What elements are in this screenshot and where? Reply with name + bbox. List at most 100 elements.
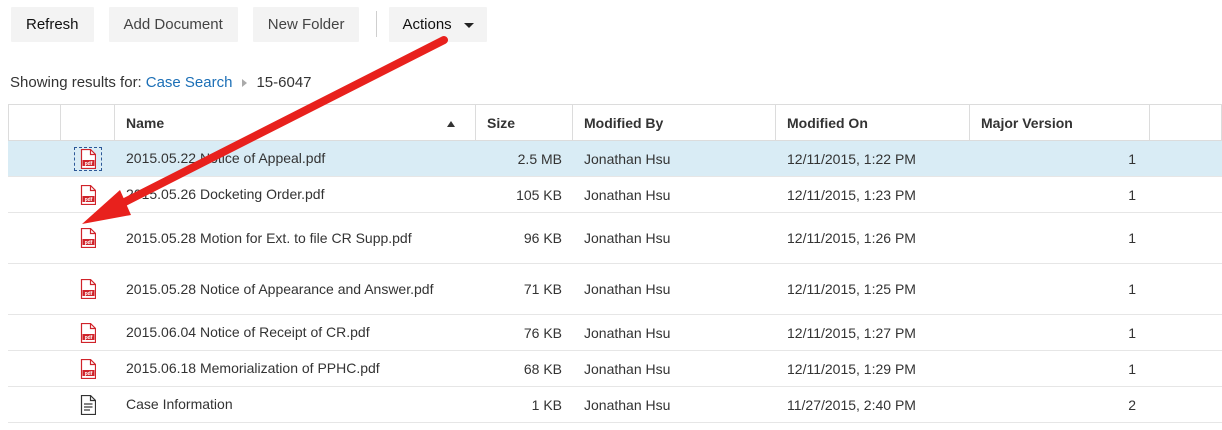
row-select-cell[interactable] [8,141,61,176]
cell-name[interactable]: 2015.06.18 Memorialization of PPHC.pdf [115,351,476,386]
breadcrumb: Showing results for: Case Search 15-6047 [10,74,312,91]
cell-modified-by: Jonathan Hsu [584,186,671,203]
cell-size: 2.5 MB [517,150,562,167]
toolbar-divider [376,11,378,37]
header-size-label: Size [487,114,516,131]
actions-label: Actions [402,15,452,33]
header-select-column[interactable] [8,105,61,140]
table-row[interactable]: pdf 2015.05.26 Docketing Order.pdf 105 KB J… [8,177,1222,213]
cell-modified-on: 12/11/2015, 1:23 PM [787,186,916,203]
table-row[interactable]: pdf 2015.05.28 Motion for Ext. to file CR… [8,213,1222,264]
cell-size: 1 KB [531,396,562,413]
actions-dropdown-button[interactable]: Actions [389,6,487,42]
cell-name[interactable]: 2015.05.26 Docketing Order.pdf [115,177,476,212]
table-row[interactable]: pdf 2015.06.18 Memorialization of PPHC.pd… [8,351,1222,387]
header-major-version[interactable]: Major Version [970,105,1150,140]
cell-major-version: 1 [1128,360,1136,377]
cell-modified-on: 12/11/2015, 1:26 PM [787,230,916,246]
chevron-right-icon [242,78,248,87]
cell-size: 105 KB [516,186,562,203]
cell-modified-by: Jonathan Hsu [584,281,671,297]
cell-filler [1150,351,1222,386]
row-select-cell[interactable] [8,387,61,422]
header-modified-on[interactable]: Modified On [776,105,970,140]
add-document-button[interactable]: Add Document [108,6,238,42]
header-modified-by-label: Modified By [584,114,664,131]
cell-major-version: 2 [1128,396,1136,413]
cell-size: 71 KB [523,281,562,297]
cell-major-version: 1 [1128,281,1136,297]
header-size[interactable]: Size [476,105,573,140]
pdf-icon[interactable]: pdf [61,351,115,386]
toolbar: Refresh Add Document New Folder Actions [11,6,502,42]
pdf-icon-label: pdf [85,197,93,203]
pdf-icon-label: pdf [85,240,93,246]
grid-header: Name Size Modified By Modified On Major … [8,104,1222,141]
focus-indicator: pdf [74,146,102,171]
cell-modified-by: Jonathan Hsu [584,150,671,167]
pdf-icon[interactable]: pdf [61,315,115,350]
refresh-button[interactable]: Refresh [11,6,94,42]
cell-filler [1150,387,1222,422]
cell-filler [1150,315,1222,350]
row-select-cell[interactable] [8,315,61,350]
cell-name[interactable]: 2015.05.22 Notice of Appeal.pdf [115,141,476,176]
breadcrumb-current: 15-6047 [256,74,312,91]
pdf-icon-label: pdf [85,335,93,341]
cell-size: 76 KB [523,324,562,341]
pdf-icon-label: pdf [85,161,93,167]
header-major-version-label: Major Version [981,114,1073,131]
chevron-down-icon [463,22,474,28]
cell-name[interactable]: 2015.06.04 Notice of Receipt of CR.pdf [115,315,476,350]
file-name: Case Information [126,396,233,412]
pdf-icon-label: pdf [85,291,93,297]
pdf-icon[interactable]: pdf [61,213,115,263]
cell-major-version: 1 [1128,230,1136,246]
file-name: 2015.05.26 Docketing Order.pdf [126,186,325,202]
row-select-cell[interactable] [8,177,61,212]
cell-modified-on: 12/11/2015, 1:29 PM [787,360,916,377]
breadcrumb-prefix: Showing results for: [10,74,142,91]
pdf-icon[interactable]: pdf [61,264,115,314]
cell-filler [1150,177,1222,212]
cell-filler [1150,264,1222,314]
pdf-icon-label: pdf [85,371,93,377]
row-select-cell[interactable] [8,213,61,263]
cell-filler [1150,213,1222,263]
file-name: 2015.06.04 Notice of Receipt of CR.pdf [126,324,370,340]
cell-filler [1150,141,1222,176]
table-row[interactable]: pdf 2015.05.22 Notice of Appeal.pdf 2.5 MB… [8,141,1222,177]
cell-name[interactable]: 2015.05.28 Motion for Ext. to file CR Su… [115,213,476,263]
row-select-cell[interactable] [8,264,61,314]
header-modified-on-label: Modified On [787,114,868,131]
breadcrumb-link-case-search[interactable]: Case Search [146,74,233,91]
row-select-cell[interactable] [8,351,61,386]
cell-name[interactable]: Case Information [115,387,476,422]
cell-modified-on: 12/11/2015, 1:25 PM [787,281,916,297]
new-folder-button[interactable]: New Folder [252,6,360,42]
header-name-label: Name [126,114,165,131]
cell-modified-on: 12/11/2015, 1:22 PM [787,150,916,167]
cell-size: 68 KB [523,360,562,377]
table-row[interactable]: pdf 2015.05.28 Notice of Appearance and A… [8,264,1222,315]
pdf-icon[interactable]: pdf [61,141,115,176]
cell-name[interactable]: 2015.05.28 Notice of Appearance and Answ… [115,264,476,314]
file-name: 2015.05.28 Motion for Ext. to file CR Su… [126,229,412,246]
cell-modified-by: Jonathan Hsu [584,396,671,413]
pdf-icon[interactable]: pdf [61,177,115,212]
cell-major-version: 1 [1128,150,1136,167]
table-row[interactable]: Case Information 1 KB Jonathan Hsu 11/27/20… [8,387,1222,423]
header-filler [1150,105,1222,140]
table-row[interactable]: pdf 2015.06.04 Notice of Receipt of CR.pd… [8,315,1222,351]
file-name: 2015.05.22 Notice of Appeal.pdf [126,150,326,166]
document-grid: Name Size Modified By Modified On Major … [8,104,1222,423]
cell-modified-on: 11/27/2015, 2:40 PM [787,396,916,413]
header-name[interactable]: Name [115,105,476,140]
document-icon[interactable] [61,387,115,422]
file-name: 2015.06.18 Memorialization of PPHC.pdf [126,360,380,376]
header-modified-by[interactable]: Modified By [573,105,776,140]
cell-modified-by: Jonathan Hsu [584,230,671,246]
cell-major-version: 1 [1128,324,1136,341]
sort-ascending-icon [447,121,455,127]
cell-size: 96 KB [523,230,562,246]
